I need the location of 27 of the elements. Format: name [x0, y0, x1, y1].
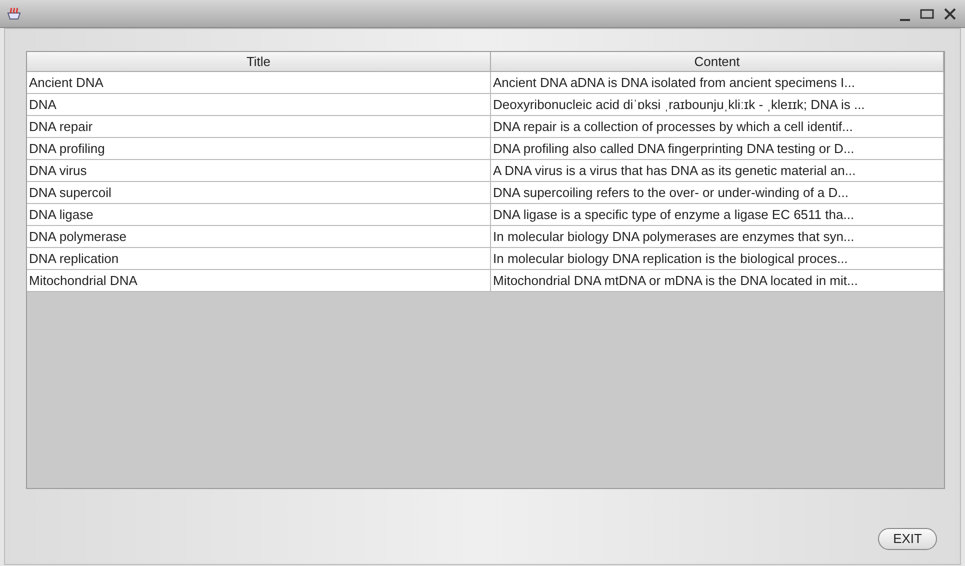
table-cell: A DNA virus is a virus that has DNA as its genetic material an... — [491, 160, 944, 182]
table-cell: DNA profiling also called DNA fingerprinting DNA testing or D... — [491, 138, 944, 160]
table-cell: Ancient DNA — [27, 72, 491, 94]
maximize-icon — [920, 8, 934, 20]
table-cell: DNA repair is a collection of processes by which a cell identif... — [491, 116, 944, 138]
table-cell: In molecular biology DNA polymerases are enzymes that syn... — [491, 226, 944, 248]
table-cell: DNA virus — [27, 160, 491, 182]
table-cell: DNA supercoiling refers to the over- or under-winding of a D... — [491, 182, 944, 204]
close-icon — [944, 8, 956, 20]
table-cell: DNA ligase is a specific type of enzyme a ligase EC 6511 tha... — [491, 204, 944, 226]
table-cell: Mitochondrial DNA — [27, 270, 491, 292]
table-cell: DNA ligase — [27, 204, 491, 226]
table-cell: In molecular biology DNA replication is the biological proces... — [491, 248, 944, 270]
exit-button[interactable]: EXIT — [878, 528, 937, 550]
table-cell: DNA repair — [27, 116, 491, 138]
table-cell: Mitochondrial DNA mtDNA or mDNA is the DNA located in mit... — [491, 270, 944, 292]
minimize-icon — [900, 18, 910, 21]
column-header[interactable]: Content — [491, 52, 944, 72]
table-cell: DNA polymerase — [27, 226, 491, 248]
table-cell: DNA supercoil — [27, 182, 491, 204]
app-icon — [6, 6, 22, 20]
column-header[interactable]: Title — [27, 52, 491, 72]
table-cell: Deoxyribonucleic acid diˈɒksi ˌraɪbounjuˌkliːɪk - ˌkleɪɪk; DNA is ... — [491, 94, 944, 116]
table-cell: DNA — [27, 94, 491, 116]
table-cell: Ancient DNA aDNA is DNA isolated from ancient specimens I... — [491, 72, 944, 94]
table-cell: DNA profiling — [27, 138, 491, 160]
table-cell: DNA replication — [27, 248, 491, 270]
